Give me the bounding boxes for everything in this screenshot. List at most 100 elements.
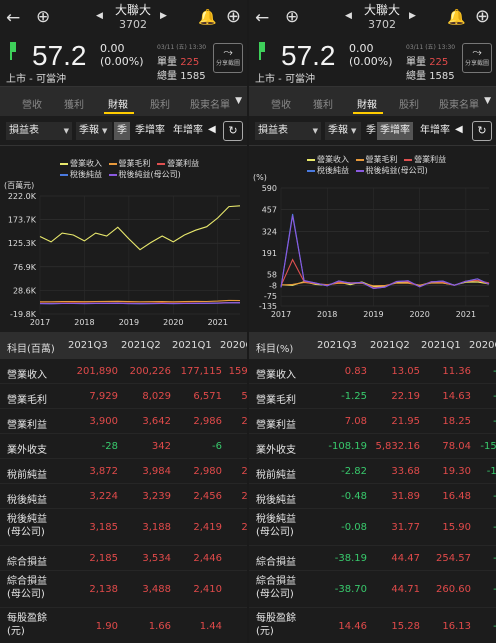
radar-icon[interactable]: ⊕ <box>36 9 50 26</box>
rotate-icon[interactable]: ↻ <box>472 121 492 141</box>
row-label: 稅後純益 <box>7 494 47 506</box>
series-line-5 <box>280 215 490 289</box>
statement-select[interactable]: 損益表 ▼ <box>255 122 321 140</box>
table-row: 綜合損益(母公司) 2,138 3,488 2,410668 <box>0 571 247 608</box>
top-bar: ← ⊕ ◀ 大聯大 3702 ▶ 🔔 ⊕ <box>0 0 247 36</box>
table-cell: 3,872 <box>89 465 118 477</box>
left-pane: ← ⊕ ◀ 大聯大 3702 ▶ 🔔 ⊕ 57.2 0.00 (0.00%) 0… <box>0 0 247 643</box>
table-cell: -7.53 <box>467 522 496 533</box>
table-cell: 2,138 <box>89 583 118 595</box>
quarter-chip[interactable]: 季 <box>114 122 130 140</box>
table-cell: 0.83 <box>344 365 367 377</box>
arrow-left-icon[interactable]: ← <box>6 10 20 27</box>
legend-swatch <box>157 162 166 165</box>
rotate-icon[interactable]: ↻ <box>223 121 243 141</box>
y-tick-label: -8 <box>269 281 277 290</box>
column-header: 科目(百萬) <box>7 344 55 355</box>
next-stock-icon[interactable]: ▶ <box>409 11 416 21</box>
prev-stock-icon[interactable]: ◀ <box>96 11 103 21</box>
table-cell: 33.68 <box>391 465 420 477</box>
share-screenshot-button[interactable]: ⤳ 分享截圖 <box>213 43 243 73</box>
table-cell: 14.63 <box>442 390 471 402</box>
table-cell: -156.20 <box>480 440 496 452</box>
tab-financials[interactable]: 財報 <box>108 96 128 111</box>
table-row: 每股盈餘(元) 1.90 1.66 1.441.24 <box>0 608 247 643</box>
row-label: 業外收支 <box>256 444 296 456</box>
column-header: 2021Q3 <box>317 340 357 351</box>
arrow-left-icon[interactable]: ← <box>255 10 269 27</box>
bell-icon[interactable]: 🔔 <box>447 10 466 25</box>
table-cell: 2,980 <box>193 465 222 477</box>
row-label: 營業利益 <box>256 419 296 431</box>
more-tabs-icon[interactable]: ▼ <box>235 96 242 106</box>
plus-icon[interactable]: ⊕ <box>475 8 490 26</box>
stock-code: 3702 <box>368 18 396 31</box>
table-cell: 6,571 <box>193 390 222 402</box>
tab-shareholders[interactable]: 股東名單 <box>439 96 479 111</box>
row-label: 每股盈餘(元) <box>7 613 47 637</box>
scroll-left-icon[interactable]: ◀ <box>208 124 216 135</box>
x-tick-label: 2019 <box>363 310 383 319</box>
table-cell: 16.48 <box>442 490 471 502</box>
tab-dividend[interactable]: 股利 <box>399 96 419 111</box>
y-tick-label: 222.0K <box>8 192 37 201</box>
yoy-chip[interactable]: 年增率 <box>417 122 453 140</box>
table-cell: 3,239 <box>142 490 171 502</box>
table-cell: -11.00 <box>486 465 496 477</box>
qoq-chip[interactable]: 季增率 <box>377 122 413 140</box>
statement-select[interactable]: 損益表 ▼ <box>6 122 72 140</box>
table-cell: -108.19 <box>328 440 367 452</box>
column-header: 2021Q3 <box>68 340 108 351</box>
table-cell: 668 <box>218 584 247 595</box>
table-row: 稅後純益 3,224 3,239 2,456 2,109 <box>0 484 247 509</box>
period-select[interactable]: 季報 ▼ <box>76 122 112 140</box>
table-row: 綜合損益(母公司) -38.70 44.71 260.60-6.56 <box>249 571 496 608</box>
table-row: 稅前純益 3,872 3,984 2,980 2,498 <box>0 459 247 484</box>
tab-profit[interactable]: 獲利 <box>313 96 333 111</box>
table-cell: 159,044 <box>228 365 247 377</box>
table-cell: 2,986 <box>193 415 222 427</box>
radar-icon[interactable]: ⊕ <box>285 9 299 26</box>
tab-revenue[interactable]: 營收 <box>22 96 42 111</box>
stock-name: 大聯大 <box>114 3 151 17</box>
tab-financials[interactable]: 財報 <box>357 96 377 111</box>
table-cell: 1.90 <box>95 620 118 632</box>
table-cell: 31.77 <box>391 521 420 533</box>
total-volume-label: 總量 <box>406 71 426 82</box>
legend-label: 營業毛利 <box>118 159 151 168</box>
chart-legend-row2: 稅後純益 稅後純益(母公司) <box>307 165 428 176</box>
chart-legend-row1: 營業收入 營業毛利 營業利益 <box>307 154 446 165</box>
share-screenshot-button[interactable]: ⤳ 分享截圖 <box>462 43 492 73</box>
table-cell: 19.30 <box>442 465 471 477</box>
table-row: 業外收支 -108.19 5,832.16 78.04 -156.20 <box>249 434 496 459</box>
table-cell: -38.19 <box>334 552 367 564</box>
qoq-chip[interactable]: 季增率 <box>132 122 168 140</box>
prev-stock-icon[interactable]: ◀ <box>345 11 352 21</box>
table-cell: -38.70 <box>334 583 367 595</box>
scroll-left-icon[interactable]: ◀ <box>455 124 463 135</box>
series-line-4 <box>280 213 490 289</box>
bell-icon[interactable]: 🔔 <box>198 10 217 25</box>
price: 57.2 <box>32 40 87 71</box>
row-label: 營業毛利 <box>7 394 47 406</box>
tab-profit[interactable]: 獲利 <box>64 96 84 111</box>
table-row: 綜合損益 -38.19 44.47 254.57-7.32 <box>249 546 496 571</box>
chevron-down-icon: ▼ <box>312 127 318 135</box>
controls-bar: 損益表 ▼ 季報 ▼ 季 季增率 年增率 ◀ ↻ <box>0 116 247 146</box>
statement-select-value: 損益表 <box>9 125 39 136</box>
table-cell: 7,929 <box>89 390 118 402</box>
tab-dividend[interactable]: 股利 <box>150 96 170 111</box>
x-tick-label: 2020 <box>163 318 183 327</box>
table-row: 稅後純益 -0.48 31.89 16.48-7.72 <box>249 484 496 509</box>
tab-revenue[interactable]: 營收 <box>271 96 291 111</box>
tab-shareholders[interactable]: 股東名單 <box>190 96 230 111</box>
period-select[interactable]: 季報 ▼ <box>325 122 361 140</box>
next-stock-icon[interactable]: ▶ <box>160 11 167 21</box>
yoy-chip[interactable]: 年增率 <box>170 122 206 140</box>
more-tabs-icon[interactable]: ▼ <box>484 96 491 106</box>
plus-icon[interactable]: ⊕ <box>226 8 241 26</box>
table-cell: 254.57 <box>436 552 471 564</box>
table-row: 營業毛利 -1.25 22.19 14.63-6.89 <box>249 384 496 409</box>
table-cell: -1.25 <box>341 390 367 402</box>
table-cell: 2,087 <box>241 521 247 533</box>
